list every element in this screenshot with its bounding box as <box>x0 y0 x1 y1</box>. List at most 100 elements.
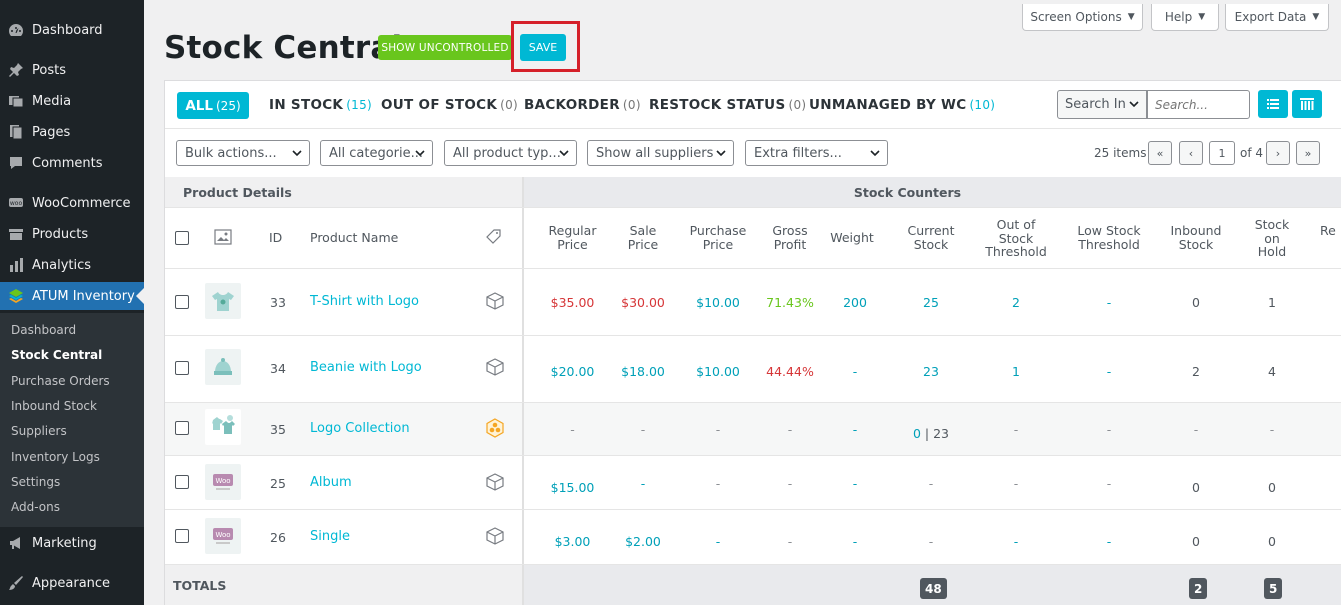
analytics-icon <box>8 257 24 273</box>
product-name-link[interactable]: T-Shirt with Logo <box>310 294 419 309</box>
product-thumbnail[interactable] <box>205 349 241 385</box>
col-header-id[interactable]: ID <box>269 231 282 245</box>
view-in-stock-tab[interactable]: IN STOCK (15) <box>269 90 372 120</box>
view-unmanaged-tab[interactable]: UNMANAGED BY WC (10) <box>809 90 995 120</box>
next-page-button[interactable]: › <box>1266 141 1290 165</box>
current-page-input[interactable]: 1 <box>1209 141 1235 165</box>
sale-price[interactable]: $2.00 <box>615 534 671 549</box>
col-header-product-name[interactable]: Product Name <box>310 231 398 245</box>
columns-view-button[interactable] <box>1292 90 1322 118</box>
sidebar-item-atum-inventory[interactable]: ATUM Inventory <box>0 282 144 310</box>
last-page-button[interactable]: » <box>1296 141 1320 165</box>
row-checkbox[interactable] <box>175 421 189 435</box>
current-stock[interactable]: 25 <box>900 295 962 310</box>
weight[interactable]: 200 <box>823 295 887 310</box>
product-name-link[interactable]: Single <box>310 529 350 544</box>
current-stock[interactable]: 0 <box>913 426 921 441</box>
col-header-stock-on-hold[interactable]: Stock on Hold <box>1245 218 1299 259</box>
row-checkbox[interactable] <box>175 361 189 375</box>
view-restock-status-tab[interactable]: RESTOCK STATUS (0) <box>649 90 806 120</box>
sidebar-item-marketing[interactable]: Marketing <box>0 529 144 557</box>
col-header-low-stock-threshold[interactable]: Low Stock Threshold <box>1068 224 1150 251</box>
out-of-stock-threshold[interactable]: 1 <box>980 364 1052 379</box>
sidebar-item-pages[interactable]: Pages <box>0 118 144 146</box>
product-thumbnail[interactable]: Woo <box>205 518 241 554</box>
sidebar-item-products[interactable]: Products <box>0 220 144 248</box>
sidebar-item-dashboard[interactable]: Dashboard <box>0 16 144 44</box>
submenu-inbound-stock[interactable]: Inbound Stock <box>11 399 97 413</box>
current-stock[interactable]: 23 <box>900 364 962 379</box>
col-header-inbound-stock[interactable]: Inbound Stock <box>1163 224 1229 251</box>
weight[interactable]: - <box>823 476 887 491</box>
col-header-cut-off[interactable]: Re <box>1320 224 1336 238</box>
out-of-stock-threshold[interactable]: 2 <box>980 295 1052 310</box>
regular-price[interactable]: $20.00 <box>540 364 605 379</box>
product-name-link[interactable]: Beanie with Logo <box>310 360 422 375</box>
sidebar-item-posts[interactable]: Posts <box>0 56 144 84</box>
select-all-checkbox[interactable] <box>175 231 189 245</box>
filter-label: Extra filters... <box>754 145 842 161</box>
purchase-price[interactable]: $10.00 <box>684 295 752 310</box>
row-checkbox[interactable] <box>175 529 189 543</box>
submenu-dashboard[interactable]: Dashboard <box>11 323 76 337</box>
col-header-current-stock[interactable]: Current Stock <box>900 224 962 251</box>
sidebar-item-woocommerce[interactable]: woo WooCommerce <box>0 189 144 217</box>
submenu-inventory-logs[interactable]: Inventory Logs <box>11 450 100 464</box>
sidebar-item-comments[interactable]: Comments <box>0 149 144 177</box>
weight[interactable]: - <box>823 534 887 549</box>
regular-price[interactable]: $35.00 <box>540 295 605 310</box>
row-checkbox[interactable] <box>175 475 189 489</box>
export-data-button[interactable]: Export Data ▼ <box>1225 4 1329 31</box>
product-type-filter-select[interactable]: All product typ... <box>444 140 577 166</box>
list-view-button[interactable] <box>1258 90 1288 118</box>
product-thumbnail[interactable] <box>205 283 241 319</box>
product-thumbnail[interactable]: Woo <box>205 464 241 500</box>
submenu-settings[interactable]: Settings <box>11 475 60 489</box>
product-thumbnail[interactable] <box>205 409 241 445</box>
extra-filters-select[interactable]: Extra filters... <box>745 140 888 166</box>
product-name-link[interactable]: Album <box>310 475 352 490</box>
low-stock-threshold[interactable]: - <box>1068 364 1150 379</box>
sale-price[interactable]: $30.00 <box>615 295 671 310</box>
suppliers-filter-select[interactable]: Show all suppliers <box>587 140 734 166</box>
sidebar-item-media[interactable]: Media <box>0 87 144 115</box>
purchase-price[interactable]: - <box>684 534 752 549</box>
col-header-out-of-stock-threshold[interactable]: Out of Stock Threshold <box>980 218 1052 259</box>
sidebar-item-appearance[interactable]: Appearance <box>0 569 144 597</box>
low-stock-threshold[interactable]: - <box>1068 295 1150 310</box>
submenu-add-ons[interactable]: Add-ons <box>11 500 60 514</box>
weight[interactable]: - <box>823 422 887 437</box>
screen-options-button[interactable]: Screen Options ▼ <box>1022 4 1143 31</box>
search-input[interactable] <box>1147 90 1250 119</box>
col-header-gross-profit[interactable]: Gross Profit <box>762 224 818 251</box>
sidebar-item-analytics[interactable]: Analytics <box>0 251 144 279</box>
sale-price[interactable]: - <box>615 476 671 491</box>
col-header-weight[interactable]: Weight <box>823 231 881 245</box>
purchase-price[interactable]: $10.00 <box>684 364 752 379</box>
submenu-purchase-orders[interactable]: Purchase Orders <box>11 374 110 388</box>
regular-price[interactable]: $3.00 <box>540 534 605 549</box>
weight[interactable]: - <box>823 364 887 379</box>
show-uncontrolled-button[interactable]: SHOW UNCONTROLLED <box>378 35 512 60</box>
submenu-suppliers[interactable]: Suppliers <box>11 424 67 438</box>
prev-page-button[interactable]: ‹ <box>1179 141 1203 165</box>
row-checkbox[interactable] <box>175 295 189 309</box>
save-button[interactable]: SAVE <box>520 34 566 61</box>
view-out-of-stock-tab[interactable]: OUT OF STOCK (0) <box>381 90 518 120</box>
view-backorder-tab[interactable]: BACKORDER (0) <box>524 90 641 120</box>
categories-filter-select[interactable]: All categorie... <box>320 140 433 166</box>
view-all-tab[interactable]: ALL (25) <box>177 92 249 119</box>
col-header-purchase-price[interactable]: Purchase Price <box>684 224 752 251</box>
submenu-stock-central[interactable]: Stock Central <box>11 348 102 362</box>
col-header-regular-price[interactable]: Regular Price <box>540 224 605 251</box>
product-name-link[interactable]: Logo Collection <box>310 421 410 436</box>
out-of-stock-threshold[interactable]: - <box>980 534 1052 549</box>
help-button[interactable]: Help ▼ <box>1151 4 1219 31</box>
bulk-actions-select[interactable]: Bulk actions... <box>176 140 310 166</box>
low-stock-threshold[interactable]: - <box>1068 534 1150 549</box>
first-page-button[interactable]: « <box>1148 141 1172 165</box>
regular-price[interactable]: $15.00 <box>540 480 605 495</box>
search-in-select[interactable]: Search In <box>1057 90 1147 119</box>
col-header-sale-price[interactable]: Sale Price <box>615 224 671 251</box>
sale-price[interactable]: $18.00 <box>615 364 671 379</box>
